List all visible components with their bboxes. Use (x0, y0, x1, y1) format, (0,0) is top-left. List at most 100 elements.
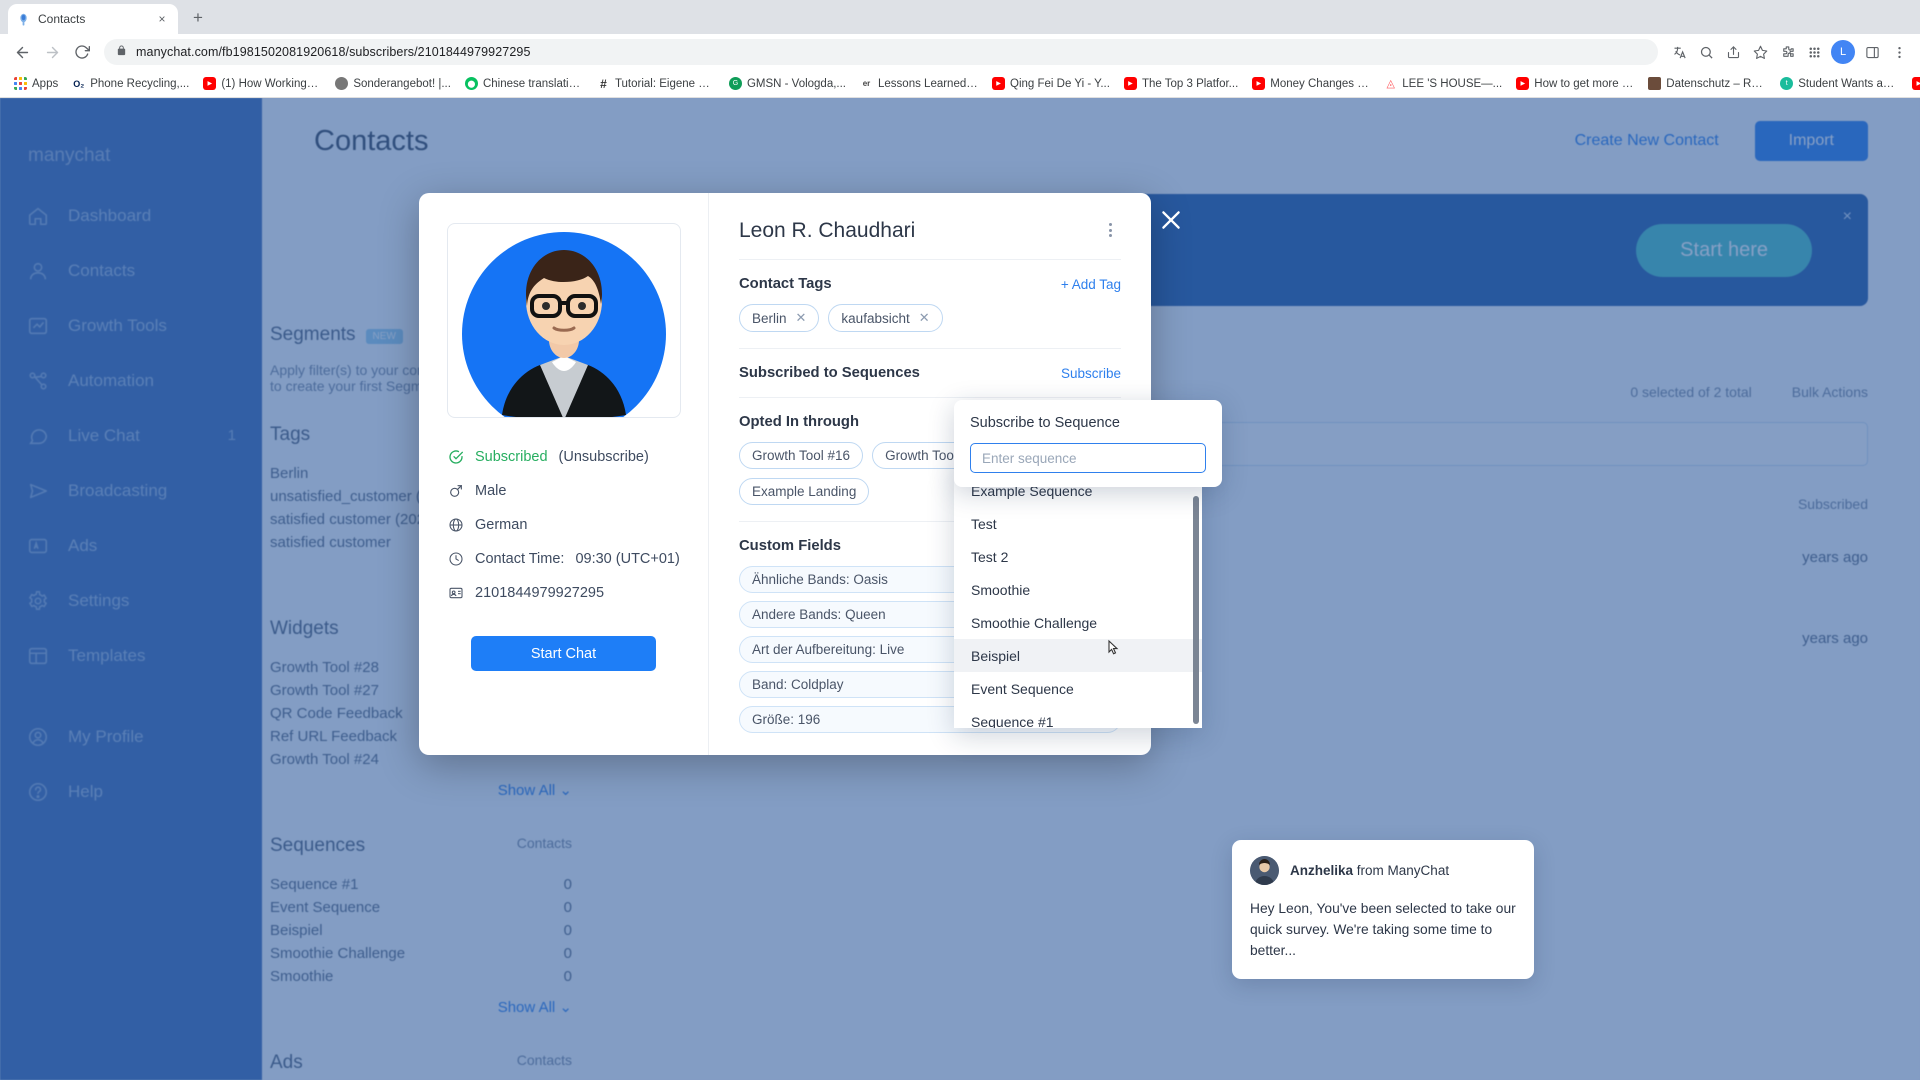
circle-icon (335, 77, 349, 90)
bookmark-item[interactable]: ◬ LEE 'S HOUSE—... (1377, 74, 1509, 93)
bookmark-label: Sonderangebot! |... (353, 77, 451, 90)
bookmark-label: (1) How Working a... (221, 77, 322, 90)
chat-message-text: Hey Leon, You've been selected to take o… (1250, 901, 1516, 958)
contact-time-label: Contact Time: (475, 551, 565, 567)
youtube-icon: ▶ (1123, 77, 1137, 90)
bookmark-label: How to get more v... (1534, 77, 1635, 90)
sequence-options-list[interactable]: Example Sequence Test Test 2 Smoothie Smooth… (954, 468, 1202, 728)
opted-in-item[interactable]: Growth Tool #16 (739, 442, 864, 469)
bookmark-item[interactable]: ⬤ Chinese translatio... (458, 74, 590, 93)
mouse-cursor (1104, 638, 1122, 665)
extension-puzzle-icon[interactable] (1774, 39, 1800, 65)
bookmark-item[interactable]: ▶ Money Changes E... (1245, 74, 1377, 93)
sequence-option[interactable]: Test (954, 507, 1202, 540)
browser-window: Contacts × + manychat.com/fb198150208192… (0, 0, 1920, 1080)
menu-icon[interactable] (1886, 39, 1912, 65)
bookmark-item[interactable]: G GMSN - Vologda,... (722, 74, 853, 93)
sequence-option[interactable]: Smoothie (954, 573, 1202, 606)
contact-time-row: Contact Time: 09:30 (UTC+01) (447, 546, 684, 572)
forward-icon[interactable] (38, 38, 66, 66)
sequence-option[interactable]: Event Sequence (954, 672, 1202, 705)
contact-tag-label: kaufabsicht (841, 310, 910, 326)
chat-sender: Anzhelika from ManyChat (1290, 863, 1449, 878)
start-chat-button[interactable]: Start Chat (471, 636, 656, 671)
tab-close-icon[interactable]: × (154, 11, 170, 27)
bookmark-label: Phone Recycling,... (90, 77, 190, 90)
bookmark-item[interactable]: ▶ Qing Fei De Yi - Y... (985, 74, 1117, 93)
lock-icon (116, 43, 127, 61)
bookmark-item[interactable]: ▶ The Top 3 Platfor... (1117, 74, 1245, 93)
address-bar[interactable]: manychat.com/fb1981502081920618/subscrib… (104, 39, 1658, 65)
opted-in-item[interactable]: Example Landing (739, 478, 870, 505)
bookmark-star-icon[interactable] (1747, 39, 1773, 65)
contact-meta: Subscribed (Unsubscribe) Male German Con… (443, 444, 684, 614)
contact-header: Leon R. Chaudhari (739, 219, 1121, 243)
zoom-icon[interactable] (1693, 39, 1719, 65)
teal-icon: t (1780, 77, 1794, 90)
profile-avatar[interactable]: L (1831, 40, 1855, 64)
sequence-option[interactable]: Test 2 (954, 540, 1202, 573)
sequence-option[interactable]: Smoothie Challenge (954, 606, 1202, 639)
airbnb-icon: ◬ (1386, 78, 1396, 90)
bookmark-item[interactable]: Apps (7, 74, 65, 93)
dropdown-scrollbar[interactable] (1193, 496, 1199, 724)
browser-toolbar: manychat.com/fb1981502081920618/subscrib… (0, 34, 1920, 70)
sequence-option[interactable]: Beispiel (954, 639, 1202, 672)
contact-id-value: 2101844979927295 (475, 585, 605, 601)
toolbar-icon-group: L (1666, 39, 1912, 65)
contact-id-row: 2101844979927295 (447, 580, 684, 606)
youtube-icon: ▶ (992, 77, 1006, 90)
unsubscribe-link[interactable]: (Unsubscribe) (559, 449, 649, 465)
bookmark-item[interactable]: Sonderangebot! |... (328, 74, 458, 93)
new-tab-button[interactable]: + (184, 4, 212, 32)
bookmark-item[interactable]: ▶ How to get more v... (1509, 74, 1641, 93)
bookmark-label: Lessons Learned f... (878, 77, 979, 90)
bookmark-label: Datenschutz – Re... (1666, 77, 1767, 90)
reload-icon[interactable] (68, 38, 96, 66)
bookmark-item[interactable]: t Student Wants an... (1773, 74, 1905, 93)
bookmark-item[interactable]: # Tutorial: Eigene Fa... (590, 74, 722, 93)
remove-contact-tag-icon[interactable]: ✕ (796, 310, 807, 326)
sidepanel-icon[interactable] (1859, 39, 1885, 65)
sequence-input-placeholder: Enter sequence (982, 450, 1077, 466)
bookmark-item[interactable]: O₂ Phone Recycling,... (65, 74, 196, 93)
opted-in-item-label: Example Landing (752, 484, 857, 499)
hash-icon: # (600, 77, 607, 90)
add-tag-button[interactable]: + Add Tag (1061, 277, 1121, 292)
back-icon[interactable] (8, 38, 36, 66)
more-options-icon[interactable] (1099, 219, 1121, 241)
gender-value: Male (475, 483, 507, 499)
bookmark-item[interactable]: Datenschutz – Re... (1641, 74, 1773, 93)
sequence-option[interactable]: Sequence #1 (954, 705, 1202, 729)
tab-strip: Contacts × + (0, 0, 1920, 34)
bookmark-item[interactable]: ▶(2) How To Add A... (1905, 74, 1920, 93)
bookmark-item[interactable]: ▶ (1) How Working a... (196, 74, 328, 93)
custom-field-label: Band: Coldplay (752, 677, 844, 692)
translate-icon[interactable] (1666, 39, 1692, 65)
browser-tab-contacts[interactable]: Contacts × (8, 4, 178, 34)
er-icon: er (862, 79, 871, 88)
custom-field-label: Art der Aufbereitung: Live (752, 642, 905, 657)
bookmark-item[interactable]: er Lessons Learned f... (853, 74, 985, 93)
modal-left-panel: Subscribed (Unsubscribe) Male German Con… (419, 193, 709, 755)
sequence-search-input[interactable]: Enter sequence (970, 443, 1206, 473)
custom-field-label: Andere Bands: Queen (752, 607, 886, 622)
bookmark-label: LEE 'S HOUSE—... (1402, 77, 1503, 90)
subscribe-button[interactable]: Subscribe (1061, 366, 1121, 381)
close-modal-icon[interactable] (1154, 203, 1188, 237)
page-viewport: manychat DashboardContactsGrowth ToolsAu… (0, 98, 1920, 1080)
apps-grid-icon (14, 77, 27, 90)
manychat-icon (16, 12, 31, 27)
contact-tag[interactable]: kaufabsicht ✕ (828, 304, 943, 332)
bookmark-label: Tutorial: Eigene Fa... (614, 77, 715, 90)
contact-tag[interactable]: Berlin ✕ (739, 304, 820, 332)
contact-avatar (446, 223, 681, 418)
o2-icon: O₂ (73, 78, 85, 89)
chat-notification-widget[interactable]: Anzhelika from ManyChat Hey Leon, You've… (1232, 834, 1534, 979)
bookmark-label: GMSN - Vologda,... (746, 77, 847, 90)
male-gender-icon (447, 483, 464, 500)
apps-icon[interactable] (1801, 39, 1827, 65)
remove-contact-tag-icon[interactable]: ✕ (919, 310, 930, 326)
share-icon[interactable] (1720, 39, 1746, 65)
popover-title: Subscribe to Sequence (970, 415, 1120, 431)
